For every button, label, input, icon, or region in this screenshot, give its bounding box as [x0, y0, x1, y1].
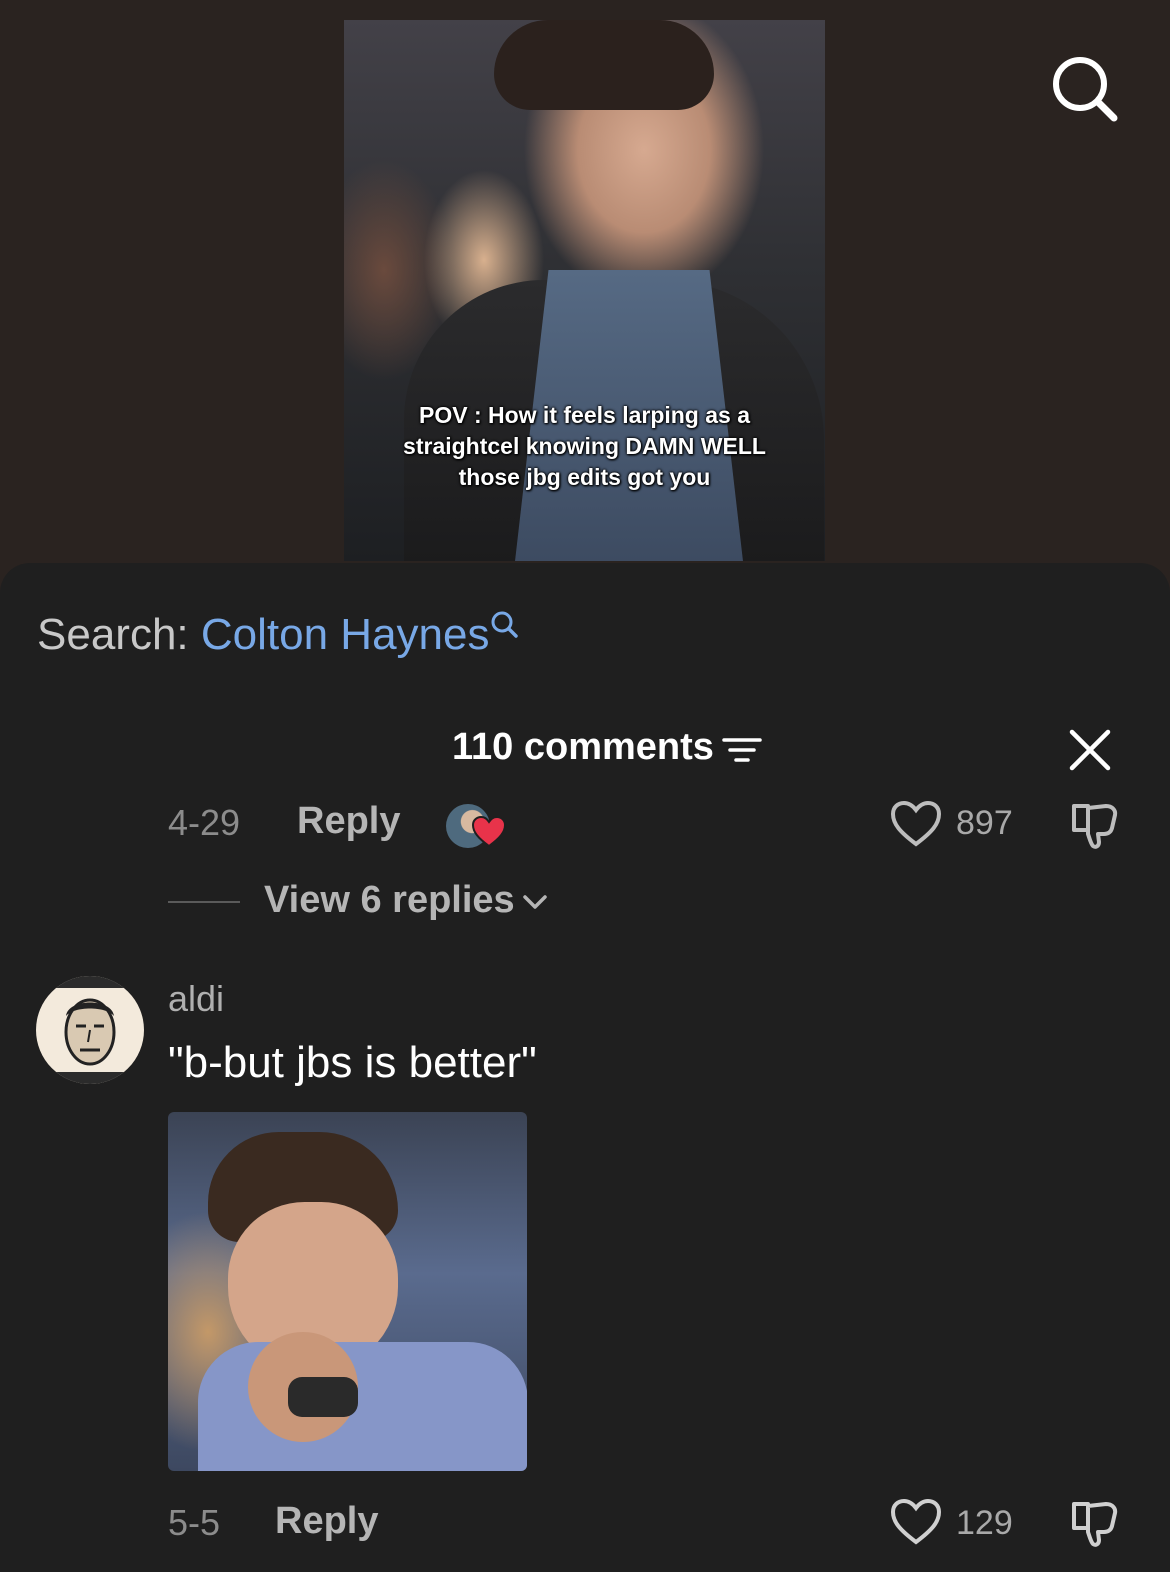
comment-date: 4-29: [168, 802, 241, 843]
comment-text: "b-but jbs is better": [168, 1038, 537, 1087]
caption-line: POV : How it feels larping as a: [418, 402, 751, 428]
like-heart-icon[interactable]: [890, 800, 942, 848]
dislike-thumb-icon[interactable]: [1066, 800, 1122, 850]
liked-by-creator-badge: [446, 804, 508, 850]
search-suggestion-label: Search:: [37, 610, 189, 659]
comment-username[interactable]: aldi: [168, 978, 224, 1020]
video-caption: POV : How it feels larping as a straight…: [372, 400, 797, 493]
dislike-thumb-icon[interactable]: [1066, 1498, 1122, 1548]
comments-count: 110 comments: [452, 726, 714, 768]
avatar[interactable]: [36, 976, 144, 1084]
avatar-illustration-icon: [36, 976, 144, 1084]
heart-filled-icon: [472, 816, 506, 848]
comment-date: 5-5: [168, 1502, 221, 1543]
image-figure-shirt: [198, 1342, 527, 1471]
caption-line: those jbg edits got you: [458, 464, 711, 490]
comment-attached-image[interactable]: [168, 1112, 527, 1471]
sort-filter-icon[interactable]: [722, 736, 762, 764]
search-suggestion-term[interactable]: Colton Haynes: [201, 610, 490, 659]
reply-button[interactable]: Reply: [275, 1500, 378, 1543]
reply-button[interactable]: Reply: [297, 800, 400, 843]
video-player[interactable]: POV : How it feels larping as a straight…: [344, 20, 825, 561]
search-icon[interactable]: [1050, 54, 1120, 124]
caption-line: straightcel knowing DAMN WELL: [403, 433, 766, 459]
like-count: 897: [956, 804, 1013, 842]
like-count: 129: [956, 1504, 1013, 1542]
close-icon[interactable]: [1068, 728, 1112, 772]
replies-divider: [168, 901, 240, 903]
search-icon: [491, 611, 519, 638]
chevron-down-icon: [522, 895, 547, 909]
video-figure-hair: [494, 20, 714, 110]
like-heart-icon[interactable]: [890, 1498, 942, 1546]
image-figure-watch: [288, 1377, 358, 1417]
view-replies-label: View 6 replies: [264, 879, 515, 921]
view-replies-button[interactable]: View 6 replies: [264, 879, 549, 922]
search-suggestion[interactable]: Search: Colton Haynes: [37, 610, 519, 660]
